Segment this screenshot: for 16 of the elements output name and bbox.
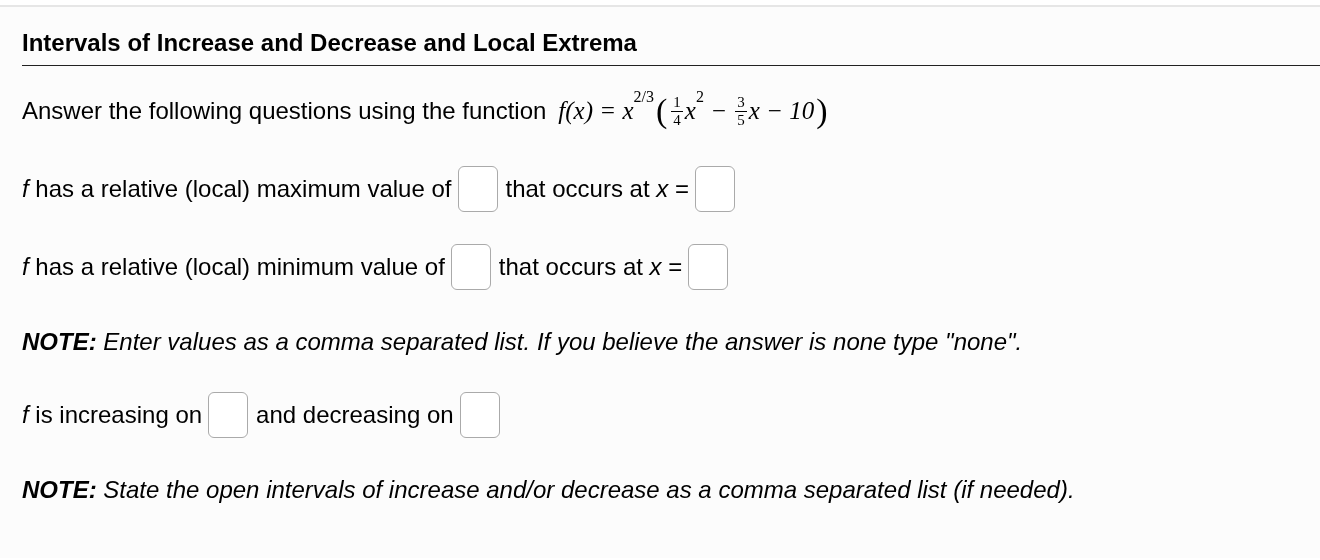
answer-box[interactable] (688, 244, 729, 290)
answer-box[interactable] (459, 392, 500, 438)
question-text: f has a relative (local) maximum value of (22, 175, 452, 203)
section-title: Intervals of Increase and Decrease and Local Extrema (22, 29, 1320, 66)
question-text: that occurs at x = (505, 175, 689, 203)
question-text: f is increasing on (22, 401, 203, 429)
question-text: and decreasing on (256, 401, 454, 429)
answer-box[interactable] (208, 392, 249, 438)
answer-box[interactable] (457, 166, 498, 212)
question-text: NOTE: State the open intervals of increase and/or decrease as a comma separated list (if needed). (22, 476, 1075, 504)
question-text: that occurs at x = (498, 253, 683, 281)
question-text: f has a relative (local) minimum value of (22, 253, 445, 281)
answer-box[interactable] (694, 166, 735, 212)
answer-box[interactable] (450, 244, 491, 290)
question-text: Answer the following questions using the function (22, 97, 547, 125)
question-text: NOTE: Enter values as a comma separated list. If you believe the answer is none type "none". (22, 328, 1023, 356)
